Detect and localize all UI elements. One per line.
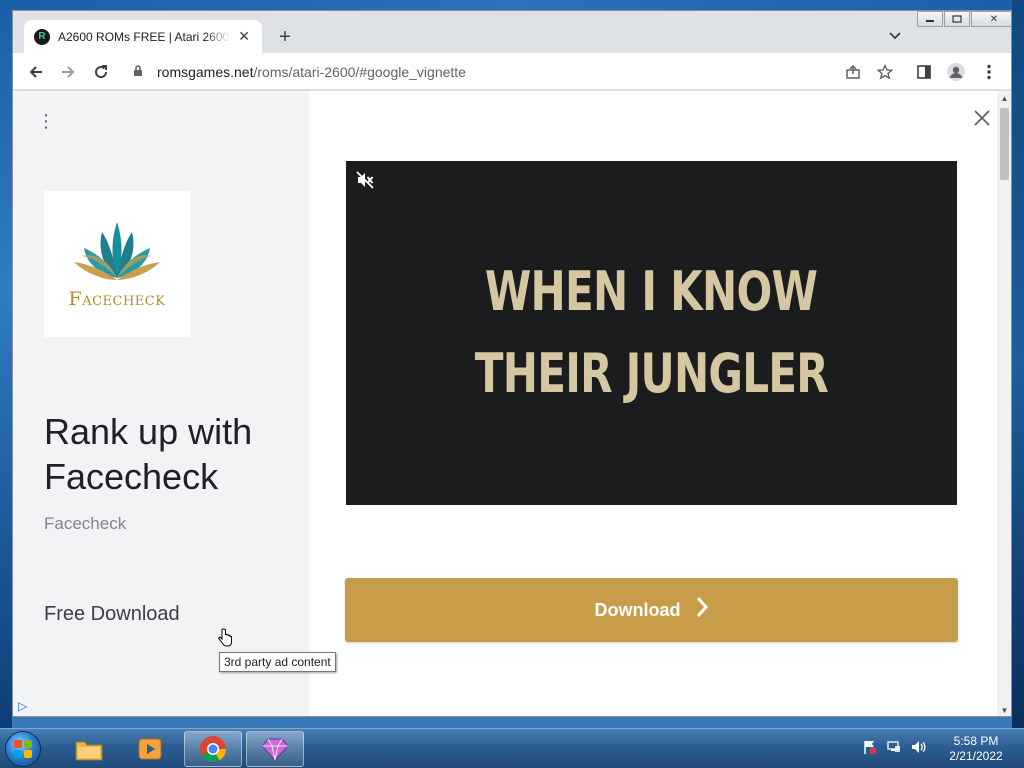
media-player-icon (138, 738, 162, 760)
taskbar-media-player[interactable] (121, 731, 179, 767)
lock-icon[interactable] (133, 64, 147, 80)
adchoices-icon[interactable]: ▷ (18, 699, 27, 713)
new-tab-button[interactable]: + (273, 25, 297, 49)
scrollbar-thumb[interactable] (1000, 108, 1009, 180)
url-path: /roms/atari-2600/#google_vignette (253, 63, 466, 80)
forward-arrow-icon (62, 66, 75, 78)
taskbar: 5:58 PM 2/21/2022 (0, 728, 1024, 768)
free-download-link[interactable]: Free Download (44, 603, 180, 626)
url-domain: romsgames.net (157, 63, 254, 80)
taskbar-clock[interactable]: 5:58 PM 2/21/2022 (940, 734, 1012, 764)
ad-sidebar[interactable]: ⋮ Facecheck Rank up with Facecheck Facec… (13, 91, 309, 716)
tab-close-icon[interactable]: ✕ (236, 28, 252, 45)
mute-icon[interactable] (355, 170, 375, 190)
taskbar-file-explorer[interactable] (60, 731, 118, 767)
logo-wordmark: Facecheck (68, 288, 166, 310)
network-icon[interactable] (886, 739, 902, 755)
lotus-logo-icon (74, 222, 160, 280)
ad-brand-name[interactable]: Facecheck (44, 514, 126, 534)
reload-button[interactable] (88, 59, 114, 85)
back-arrow-icon (29, 66, 42, 78)
chrome-icon (200, 736, 227, 763)
close-window-button[interactable]: ✕ (971, 11, 1011, 27)
video-caption-line-1: WHEN I KNOW (485, 260, 818, 323)
url-text: romsgames.net/roms/atari-2600/#google_vi… (157, 64, 466, 80)
maximize-button[interactable] (944, 11, 970, 27)
browser-window: R A2600 ROMs FREE | Atari 2600 Games ✕ +… (12, 10, 1012, 717)
tab-strip: R A2600 ROMs FREE | Atari 2600 Games ✕ +… (13, 11, 1011, 53)
tab-search-chevron-icon[interactable] (886, 27, 904, 45)
download-button-label: Download (594, 599, 681, 620)
start-button[interactable] (5, 731, 41, 767)
menu-icon[interactable] (976, 59, 1002, 85)
window-controls: ✕ (916, 11, 1011, 29)
system-tray (862, 739, 926, 755)
clock-time: 5:58 PM (953, 734, 999, 748)
windows-logo-icon (14, 740, 32, 758)
taskbar-chrome[interactable] (184, 731, 242, 767)
reload-icon (95, 65, 108, 79)
profile-icon[interactable] (943, 59, 969, 85)
vertical-scrollbar[interactable]: ▲ ▼ (997, 91, 1011, 716)
tab-title: A2600 ROMs FREE | Atari 2600 Games (58, 29, 230, 44)
advertiser-logo[interactable]: Facecheck (44, 191, 190, 337)
minimize-button[interactable] (917, 11, 943, 27)
bookmark-star-icon[interactable] (872, 59, 898, 85)
browser-toolbar: romsgames.net/roms/atari-2600/#google_vi… (13, 53, 1011, 90)
hand-cursor-icon (218, 628, 232, 647)
folder-icon (75, 741, 103, 761)
address-bar[interactable]: romsgames.net/roms/atari-2600/#google_vi… (123, 57, 903, 86)
ad-video[interactable]: WHEN I KNOW THEIR JUNGLER (346, 161, 957, 505)
tab-active[interactable]: R A2600 ROMs FREE | Atari 2600 Games ✕ (24, 20, 262, 53)
tooltip: 3rd party ad content (219, 652, 336, 672)
ad-headline[interactable]: Rank up with Facecheck (44, 409, 294, 499)
video-caption-line-2: THEIR JUNGLER (474, 342, 829, 405)
page-content: ⋮ Facecheck Rank up with Facecheck Facec… (13, 91, 997, 716)
taskbar-gem-app[interactable] (246, 731, 304, 767)
action-center-flag-icon[interactable] (862, 739, 878, 755)
site-favicon-icon: R (34, 28, 50, 45)
download-button[interactable]: Download (345, 578, 958, 642)
chevron-right-icon (695, 596, 709, 625)
ad-options-icon[interactable]: ⋮ (37, 111, 55, 132)
desktop-background-right (1012, 0, 1024, 728)
clock-date: 2/21/2022 (949, 749, 1003, 763)
forward-button[interactable] (55, 59, 81, 85)
desktop-background-left (0, 0, 12, 728)
scroll-up-arrow-icon[interactable]: ▲ (997, 91, 1011, 106)
close-ad-icon[interactable] (973, 106, 991, 134)
share-icon[interactable] (840, 59, 866, 85)
side-panel-icon[interactable] (911, 59, 937, 85)
back-button[interactable] (23, 59, 49, 85)
scroll-down-arrow-icon[interactable]: ▼ (997, 703, 1011, 716)
volume-icon[interactable] (910, 739, 926, 755)
gem-icon (261, 738, 289, 761)
